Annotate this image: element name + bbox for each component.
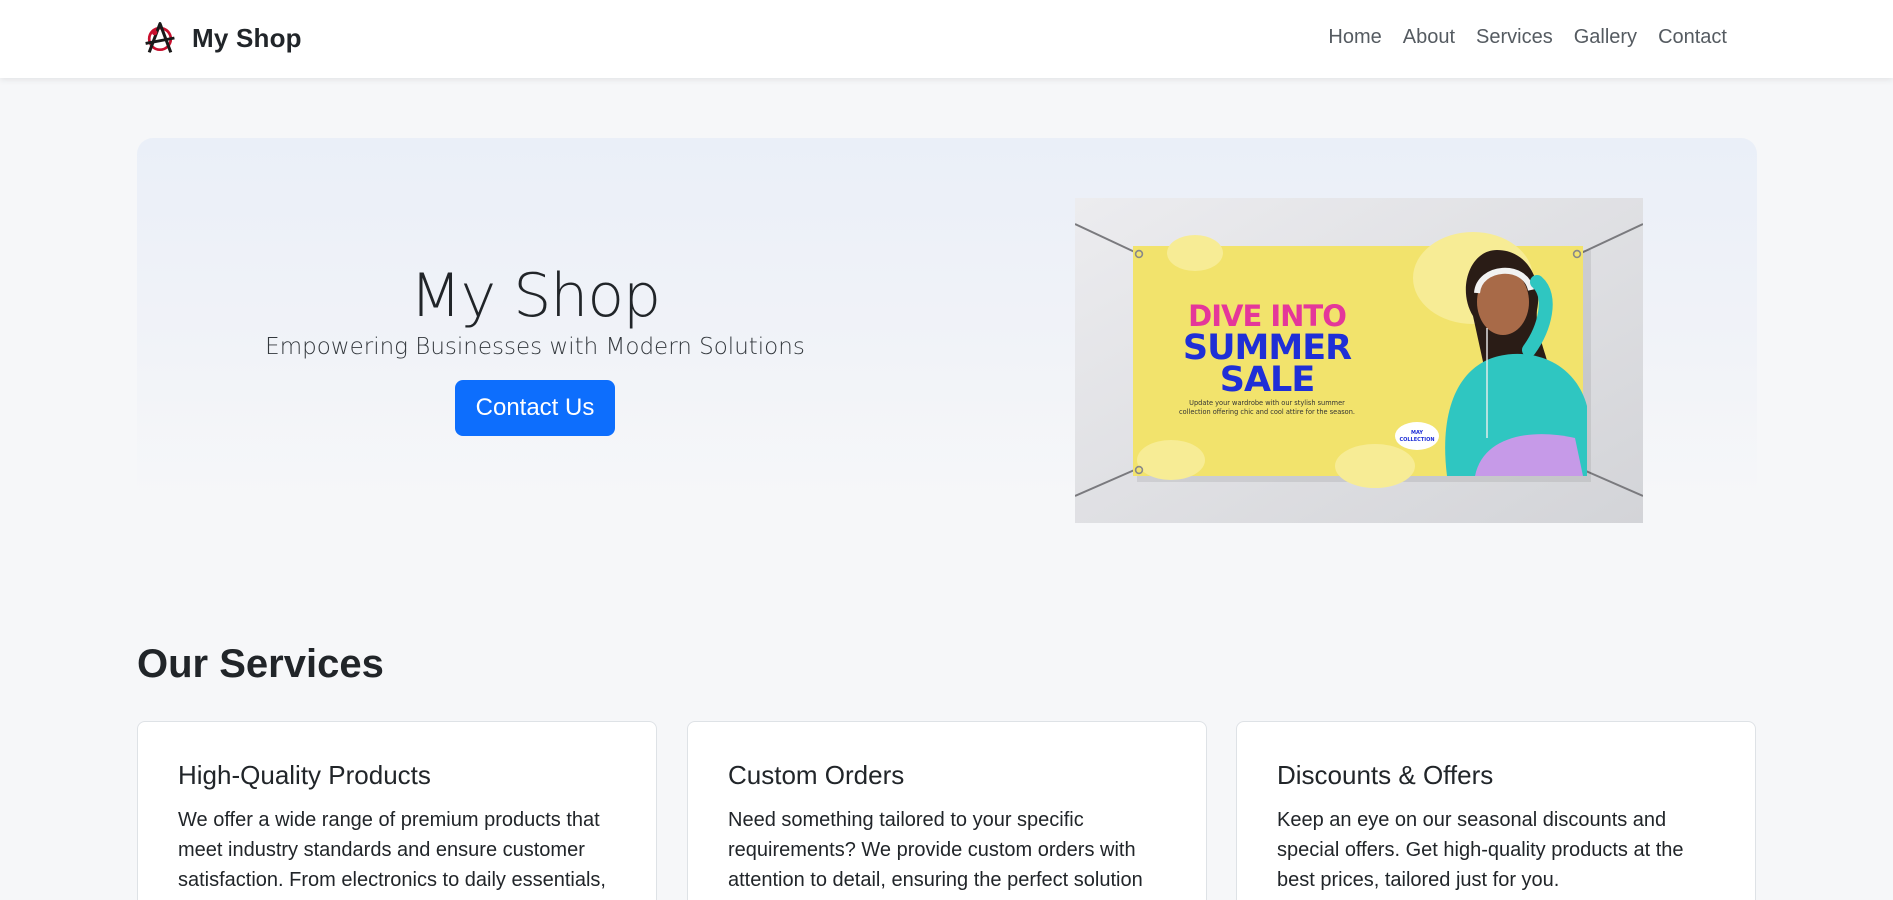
anarchy-logo-icon xyxy=(145,22,175,53)
nav-menu: Home About Services Gallery Contact xyxy=(1328,22,1727,52)
service-card-title: Discounts & Offers xyxy=(1277,760,1494,790)
service-card-custom-orders: Custom Orders Need something tailored to… xyxy=(687,721,1207,900)
banner-illustration: MAY COLLECTION DIVE INTO SUMMER SALE Upd… xyxy=(1075,198,1643,523)
nav-home-link[interactable]: Home xyxy=(1328,26,1381,48)
nav-contact-link[interactable]: Contact xyxy=(1658,26,1727,48)
hero-text: My Shop Empowering Businesses with Moder… xyxy=(137,260,933,436)
services-heading: Our Services xyxy=(137,642,384,686)
badge-line-2: COLLECTION xyxy=(1399,437,1434,443)
service-card-text: Keep an eye on our seasonal discounts an… xyxy=(1277,809,1684,891)
banner-line-3: SALE xyxy=(1220,360,1315,400)
service-card-text: Need something tailored to your specific… xyxy=(728,809,1143,891)
service-card-title: High-Quality Products xyxy=(178,760,431,790)
service-card-discounts: Discounts & Offers Keep an eye on our se… xyxy=(1236,721,1756,900)
nav-about-link[interactable]: About xyxy=(1403,26,1455,48)
service-card-text: We offer a wide range of premium product… xyxy=(178,809,606,891)
banner-body-line-2: collection offering chic and cool attire… xyxy=(1179,408,1355,416)
hero-title: My Shop xyxy=(409,261,661,331)
brand-link[interactable]: My Shop xyxy=(142,18,302,58)
nav-services-link[interactable]: Services xyxy=(1476,26,1553,48)
banner-body-line-1: Update your wardrobe with our stylish su… xyxy=(1189,399,1345,407)
top-navbar: My Shop Home About Services Gallery Cont… xyxy=(0,0,1893,78)
badge-line-1: MAY xyxy=(1411,430,1423,436)
summer-sale-banner-image: MAY COLLECTION DIVE INTO SUMMER SALE Upd… xyxy=(1075,198,1643,523)
hero-subtitle: Empowering Businesses with Modern Soluti… xyxy=(265,334,805,360)
service-card-quality: High-Quality Products We offer a wide ra… xyxy=(137,721,657,900)
nav-gallery-link[interactable]: Gallery xyxy=(1574,26,1637,48)
brand-name: My Shop xyxy=(192,22,302,53)
service-card-title: Custom Orders xyxy=(728,760,905,790)
contact-us-button[interactable]: Contact Us xyxy=(454,380,616,436)
